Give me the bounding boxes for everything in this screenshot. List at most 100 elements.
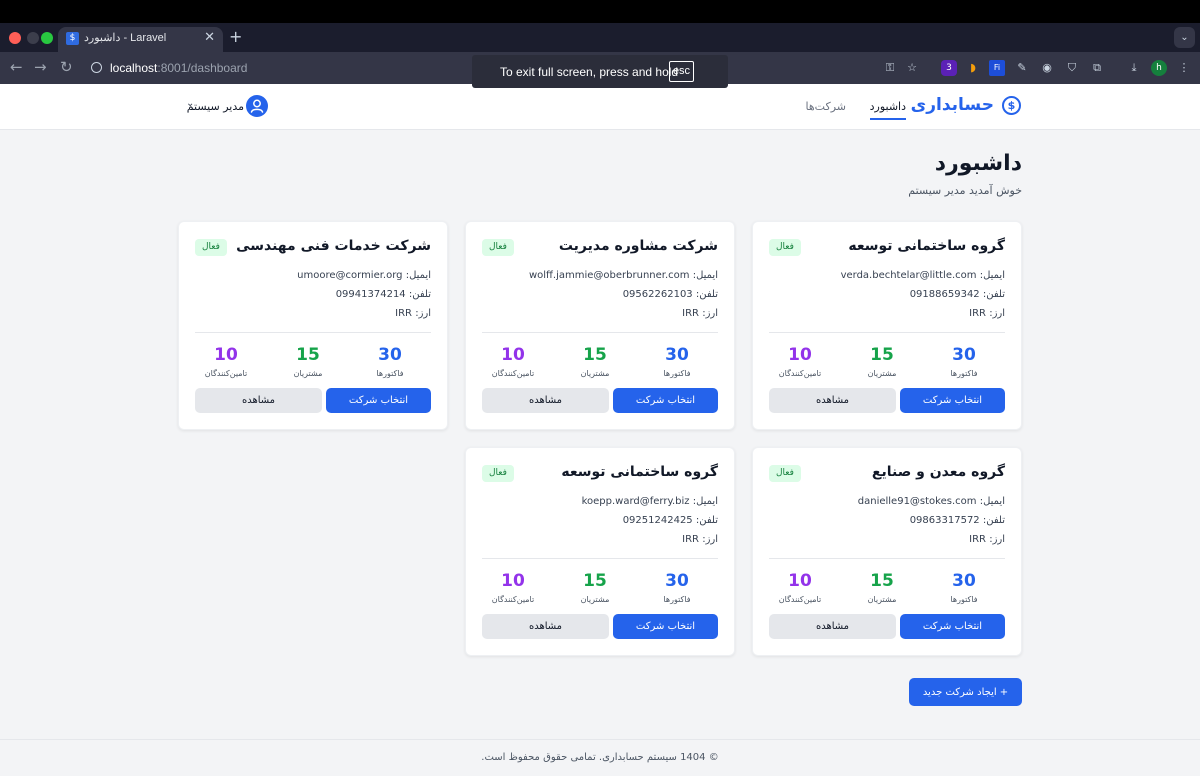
suppliers-label: تامین‌کنندگان	[778, 595, 822, 604]
url-host: localhost	[110, 61, 158, 75]
view-company-button[interactable]: مشاهده	[195, 388, 322, 413]
suppliers-label: تامین‌کنندگان	[491, 595, 535, 604]
brand-name[interactable]: حسابداری	[911, 95, 994, 115]
suppliers-count: 10	[501, 345, 525, 365]
view-company-button[interactable]: مشاهده	[482, 614, 609, 639]
select-company-button[interactable]: انتخاب شرکت	[900, 388, 1005, 413]
tab-close-icon[interactable]: ✕	[204, 30, 215, 45]
company-card: گروه ساختمانی توسعه فعال ایمیل: koepp.ward…	[465, 447, 735, 656]
browser-menu-icon[interactable]: ⋮	[1176, 60, 1192, 76]
forward-icon[interactable]: →	[34, 58, 47, 76]
stat-customers: 15 مشتریان	[267, 345, 349, 378]
company-currency: ارز: IRR	[395, 308, 431, 319]
stat-suppliers: 10 تامین‌کنندگان	[472, 345, 554, 378]
back-icon[interactable]: ←	[10, 58, 23, 76]
fullscreen-toast: To exit full screen, press and hold esc	[472, 55, 728, 88]
customers-label: مشتریان	[293, 369, 323, 378]
company-email: ایمیل: danielle91@stokes.com	[857, 496, 1005, 507]
fullscreen-window-button[interactable]	[41, 32, 53, 44]
nav-dashboard[interactable]: داشبورد	[869, 100, 906, 120]
customers-count: 15	[583, 571, 607, 591]
site-info-icon[interactable]	[91, 62, 102, 73]
profile-avatar-icon[interactable]: h	[1151, 60, 1167, 76]
customers-label: مشتریان	[580, 369, 610, 378]
status-badge: فعال	[482, 465, 514, 482]
new-tab-icon[interactable]: +	[229, 27, 242, 46]
status-badge: فعال	[769, 465, 801, 482]
download-icon[interactable]: ⤓	[1126, 60, 1142, 76]
stat-suppliers: 10 تامین‌کنندگان	[759, 345, 841, 378]
suppliers-count: 10	[501, 571, 525, 591]
extension-badge-icon[interactable]: 3	[941, 60, 957, 76]
suppliers-label: تامین‌کنندگان	[778, 369, 822, 378]
select-company-button[interactable]: انتخاب شرکت	[900, 614, 1005, 639]
view-company-button[interactable]: مشاهده	[769, 388, 896, 413]
tab-title: داشبورد - Laravel	[84, 32, 167, 44]
customers-count: 15	[870, 345, 894, 365]
extensions-puzzle-icon[interactable]: ⧉	[1089, 60, 1105, 76]
extension-pen-icon[interactable]: ✎	[1014, 60, 1030, 76]
view-company-button[interactable]: مشاهده	[769, 614, 896, 639]
footer: © 1404 سیستم حسابداری. تمامی حقوق محفوظ …	[0, 739, 1200, 776]
customers-label: مشتریان	[580, 595, 610, 604]
url-field[interactable]: localhost:8001/dashboard	[88, 57, 468, 79]
company-card: گروه ساختمانی توسعه فعال ایمیل: verda.bech…	[752, 221, 1022, 430]
status-badge: فعال	[482, 239, 514, 256]
password-key-icon[interactable]: ⚿	[882, 60, 898, 76]
tab-search-icon[interactable]: ⌄	[1174, 27, 1195, 48]
extension-shield-icon[interactable]: ⛉	[1064, 60, 1080, 76]
page-subtitle: خوش آمدید مدیر سیستم	[908, 184, 1022, 197]
company-card: گروه معدن و صنایع فعال ایمیل: danielle91@s…	[752, 447, 1022, 656]
reload-icon[interactable]: ↻	[60, 58, 73, 76]
company-email: ایمیل: umoore@cormier.org	[297, 270, 431, 281]
close-window-button[interactable]	[9, 32, 21, 44]
company-card: شرکت خدمات فنی مهندسی فعال ایمیل: umoore@c…	[178, 221, 448, 430]
stat-invoices: 30 فاکتورها	[923, 345, 1005, 378]
app-header: $ حسابداری داشبورد شرکت‌ها مدیر سیستم ⌄	[0, 84, 1200, 130]
dollar-icon: $	[1002, 96, 1021, 115]
extension-camera-icon[interactable]: ◉	[1039, 60, 1055, 76]
bookmark-star-icon[interactable]: ☆	[904, 60, 920, 76]
stat-suppliers: 10 تامین‌کنندگان	[185, 345, 267, 378]
invoices-label: فاکتورها	[663, 595, 691, 604]
customers-label: مشتریان	[867, 595, 897, 604]
stat-customers: 15 مشتریان	[554, 571, 636, 604]
invoices-label: فاکتورها	[376, 369, 404, 378]
extension-moon-icon[interactable]: ◗	[965, 60, 981, 76]
company-name: شرکت مشاوره مدیریت	[558, 238, 718, 254]
company-currency: ارز: IRR	[969, 534, 1005, 545]
create-company-button[interactable]: + ایجاد شرکت جدید	[909, 678, 1022, 706]
stat-customers: 15 مشتریان	[841, 571, 923, 604]
chevron-down-icon[interactable]: ⌄	[186, 98, 194, 109]
company-card: شرکت مشاوره مدیریت فعال ایمیل: wolff.jammi…	[465, 221, 735, 430]
invoices-count: 30	[665, 345, 689, 365]
company-phone: تلفن: 09188659342	[909, 289, 1005, 300]
view-company-button[interactable]: مشاهده	[482, 388, 609, 413]
customers-count: 15	[870, 571, 894, 591]
select-company-button[interactable]: انتخاب شرکت	[613, 388, 718, 413]
invoices-count: 30	[952, 571, 976, 591]
page-title: داشبورد	[934, 151, 1022, 176]
extension-fi-icon[interactable]: Fi	[989, 60, 1005, 76]
footer-copyright: © 1404 سیستم حسابداری. تمامی حقوق محفوظ …	[481, 752, 719, 763]
company-currency: ارز: IRR	[969, 308, 1005, 319]
customers-label: مشتریان	[867, 369, 897, 378]
stat-invoices: 30 فاکتورها	[349, 345, 431, 378]
user-menu-name[interactable]: مدیر سیستم	[187, 100, 244, 113]
suppliers-label: تامین‌کنندگان	[204, 369, 248, 378]
invoices-label: فاکتورها	[663, 369, 691, 378]
select-company-button[interactable]: انتخاب شرکت	[613, 614, 718, 639]
minimize-window-button[interactable]	[27, 32, 39, 44]
company-name: گروه ساختمانی توسعه	[848, 238, 1005, 254]
stat-invoices: 30 فاکتورها	[636, 345, 718, 378]
suppliers-count: 10	[214, 345, 238, 365]
stat-invoices: 30 فاکتورها	[923, 571, 1005, 604]
card-divider	[482, 558, 718, 559]
nav-companies[interactable]: شرکت‌ها	[806, 100, 846, 113]
status-badge: فعال	[769, 239, 801, 256]
browser-tab[interactable]: $ داشبورد - Laravel ✕	[58, 27, 223, 52]
url-path: :8001/dashboard	[157, 61, 248, 75]
select-company-button[interactable]: انتخاب شرکت	[326, 388, 431, 413]
card-divider	[769, 332, 1005, 333]
user-icon[interactable]	[246, 95, 268, 117]
